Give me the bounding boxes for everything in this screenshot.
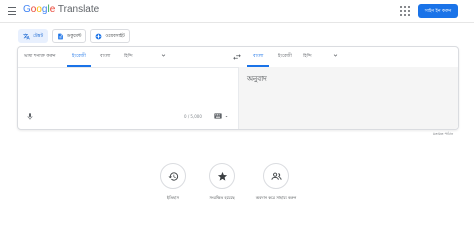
- document-icon: [58, 33, 63, 39]
- tab-websites[interactable]: ওয়েবসাইট: [90, 29, 130, 43]
- microphone-icon[interactable]: [26, 112, 34, 121]
- target-more-chevron-icon[interactable]: [332, 52, 339, 59]
- globe-icon: [95, 33, 102, 39]
- keyboard-dropdown-icon[interactable]: [224, 114, 229, 119]
- translation-output-pane: অনুবাদ: [239, 67, 458, 129]
- google-apps-icon[interactable]: [400, 6, 411, 17]
- translate-icon: [23, 33, 30, 39]
- saved-label: সংরক্ষিত হয়েছে: [209, 195, 235, 200]
- top-app-bar: Google Translate সাইন ইন করুন: [0, 0, 474, 23]
- history-icon: [167, 171, 178, 181]
- character-count: 0 / 5,000: [184, 114, 202, 119]
- keyboard-icon[interactable]: [214, 113, 222, 119]
- source-lang-detect[interactable]: ভাষা শনাক্ত করুন: [24, 53, 56, 60]
- mode-tabs: টেক্সট ডকুমেন্ট ওয়েবসাইট: [18, 29, 130, 43]
- people-icon: [270, 172, 282, 180]
- tab-documents[interactable]: ডকুমেন্ট: [52, 29, 87, 43]
- history-label: ইতিহাস: [166, 195, 180, 200]
- swap-languages-icon[interactable]: [232, 52, 242, 62]
- send-feedback-link[interactable]: মতামত পাঠান: [433, 131, 453, 138]
- tab-documents-label: ডকুমেন্ট: [67, 33, 82, 39]
- logo-translate-text: Translate: [57, 4, 100, 15]
- translation-card: ভাষা শনাক্ত করুন ইংরেজী বাংলা হিন্দি বাং…: [17, 46, 459, 130]
- target-lang-hindi[interactable]: হিন্দি: [303, 53, 312, 60]
- contribute-button[interactable]: [263, 163, 289, 189]
- tab-text-label: টেক্সট: [33, 33, 44, 39]
- target-lang-bengali[interactable]: বাংলা: [253, 53, 263, 60]
- star-icon: [217, 171, 227, 181]
- tab-websites-label: ওয়েবসাইট: [105, 33, 125, 39]
- source-lang-bengali[interactable]: বাংলা: [100, 53, 110, 60]
- source-more-chevron-icon[interactable]: [160, 52, 167, 59]
- saved-button[interactable]: [209, 163, 235, 189]
- language-bar: ভাষা শনাক্ত করুন ইংরেজী বাংলা হিন্দি বাং…: [18, 47, 458, 68]
- sign-in-button[interactable]: সাইন ইন করুন: [418, 4, 458, 18]
- translation-placeholder: অনুবাদ: [247, 75, 267, 83]
- source-lang-english[interactable]: ইংরেজী: [72, 53, 86, 60]
- tab-text[interactable]: টেক্সট: [18, 29, 49, 43]
- target-lang-english[interactable]: ইংরেজী: [278, 53, 292, 60]
- source-lang-hindi[interactable]: হিন্দি: [124, 53, 133, 60]
- source-textarea[interactable]: [18, 67, 238, 107]
- saved-action[interactable]: সংরক্ষিত হয়েছে: [192, 163, 252, 202]
- menu-icon[interactable]: [6, 6, 18, 16]
- contribute-label: অবদান করে সাহায্য করুন: [255, 195, 297, 200]
- history-button[interactable]: [160, 163, 186, 189]
- google-translate-logo[interactable]: Google Translate: [23, 4, 99, 15]
- contribute-action[interactable]: অবদান করে সাহায্য করুন: [246, 163, 306, 202]
